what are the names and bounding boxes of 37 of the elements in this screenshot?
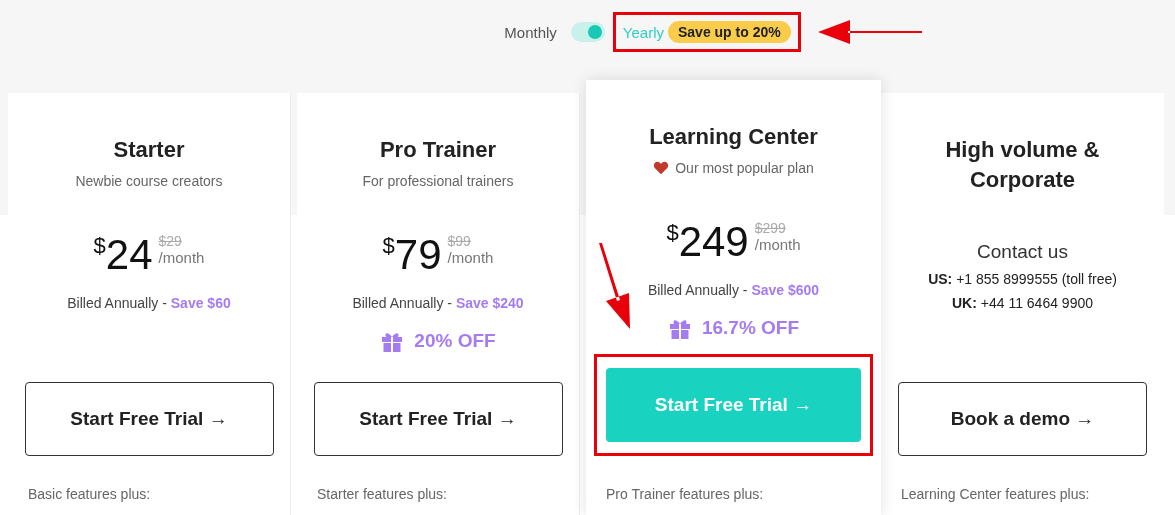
- start-trial-button[interactable]: Start Free Trial →: [313, 382, 563, 456]
- monthly-label: Monthly: [504, 23, 557, 41]
- currency-symbol: $: [382, 233, 395, 258]
- old-price: $299: [754, 220, 787, 236]
- features-intro: Starter features plus:: [317, 486, 448, 502]
- features-intro: Basic features plus:: [28, 486, 152, 502]
- discount-label: 20% OFF: [414, 330, 496, 352]
- price-period: /month: [447, 249, 494, 266]
- book-demo-button[interactable]: Book a demo →: [898, 382, 1147, 456]
- billing-note: Billed Annually - Save $60: [67, 295, 231, 311]
- contact-title: Contact us: [977, 241, 1068, 263]
- plan-name: Starter: [112, 136, 186, 164]
- phone-number: UK: +44 11 6464 9900: [952, 295, 1093, 311]
- billing-note: Billed Annually - Save $600: [647, 282, 820, 298]
- plan-subtitle: Newbie course creators: [75, 173, 223, 189]
- popular-note: Our most popular plan: [675, 160, 814, 176]
- price: 24: [105, 231, 153, 279]
- price: 79: [394, 231, 442, 279]
- plan-name: High volume & Corporate: [944, 136, 1101, 194]
- phone-number: US: +1 855 8999555 (toll free): [928, 271, 1117, 287]
- plan-name: Pro Trainer: [378, 136, 498, 164]
- old-price: $99: [447, 233, 472, 249]
- start-trial-button[interactable]: Start Free Trial →: [24, 382, 274, 456]
- features-intro: Pro Trainer features plus:: [606, 486, 765, 502]
- currency-symbol: $: [93, 233, 106, 258]
- price-period: /month: [158, 249, 205, 266]
- price-period: /month: [754, 236, 801, 253]
- price: 249: [678, 218, 749, 266]
- discount-label: 16.7% OFF: [701, 317, 800, 339]
- currency-symbol: $: [666, 220, 679, 245]
- plan-subtitle: For professional trainers: [362, 173, 514, 189]
- old-price: $29: [158, 233, 183, 249]
- billing-note: Billed Annually - Save $240: [352, 295, 524, 311]
- features-intro: Learning Center features plus:: [901, 486, 1091, 502]
- plan-name: Learning Center: [648, 123, 819, 151]
- yearly-label: Yearly: [622, 23, 664, 41]
- savings-badge: Save up to 20%: [668, 21, 791, 43]
